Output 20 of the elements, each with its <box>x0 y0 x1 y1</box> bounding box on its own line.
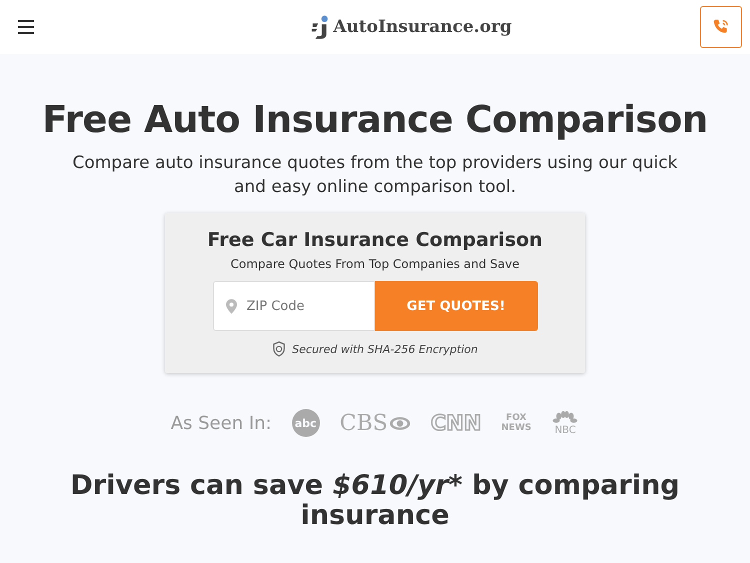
phone-icon <box>712 18 730 36</box>
as-seen-in-label: As Seen In: <box>170 412 272 434</box>
logo-icon <box>310 14 330 40</box>
card-title: Free Car Insurance Comparison <box>207 229 543 251</box>
cbs-logo: CBS <box>340 410 411 436</box>
cnn-logo: CNN <box>430 411 482 435</box>
phone-button[interactable] <box>700 6 742 48</box>
nbc-logo: NBC <box>551 410 580 436</box>
abc-logo: abc <box>292 409 320 437</box>
page-title: Free Auto Insurance Comparison <box>42 98 708 141</box>
card-subtitle: Compare Quotes From Top Companies and Save <box>230 257 520 271</box>
menu-icon[interactable] <box>18 20 34 34</box>
fox-news-logo: FOX NEWS <box>501 413 532 433</box>
shield-icon <box>272 341 286 357</box>
security-note: Secured with SHA-256 Encryption <box>292 342 478 356</box>
location-pin-icon <box>226 299 236 314</box>
savings-headline: Drivers can save $610/yr* by comparing insurance <box>69 471 681 531</box>
page-subtitle: Compare auto insurance quotes from the top providers using our quick and easy online comparison tool. <box>71 152 679 199</box>
logo-text[interactable]: AutoInsurance.org <box>333 17 512 37</box>
zip-field[interactable]: ZIP Code <box>212 281 374 331</box>
